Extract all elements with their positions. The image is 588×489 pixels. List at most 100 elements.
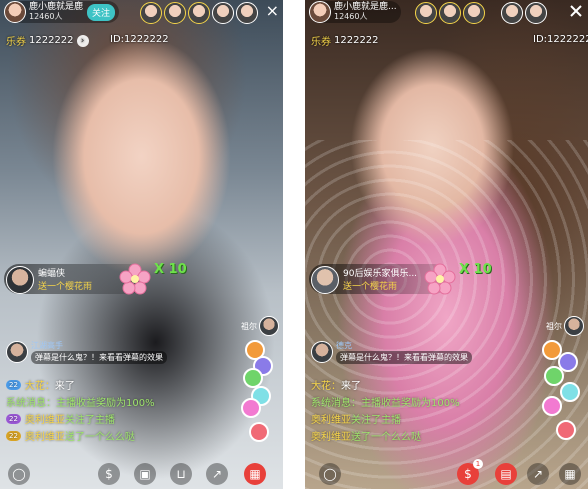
chat-text: 来了: [341, 381, 361, 392]
heart-icon: [560, 382, 580, 402]
chat-text: 送了一个么么哒: [64, 432, 135, 443]
lequan-balance[interactable]: 乐券 1222222: [311, 33, 379, 48]
chat-message: 系统消息： 主播收益奖励为100%: [311, 393, 541, 410]
heart-icon: [542, 396, 562, 416]
gift-description: 送一个樱花雨: [38, 282, 93, 292]
gift-icon[interactable]: ▦: [244, 463, 266, 485]
chat-text: 主播收益奖励为100%: [56, 398, 155, 409]
danmaku-body: 弹幕是什么鬼？！来看看弹幕的效果: [336, 351, 472, 364]
follow-button[interactable]: 关注: [87, 3, 116, 21]
gift-count: X 10: [154, 262, 187, 277]
money-bag-icon[interactable]: $: [98, 463, 120, 485]
danmaku-avatar[interactable]: [311, 341, 333, 363]
viewer-avatar[interactable]: [212, 2, 234, 24]
bottom-toolbar: ◯ $ 1 ▤ ↗ ▦: [305, 459, 588, 485]
shop-icon[interactable]: ▣: [134, 463, 156, 485]
viewer-avatar[interactable]: [463, 2, 485, 24]
chat-text: 来了: [54, 381, 75, 392]
viewer-avatar[interactable]: [415, 2, 437, 24]
close-icon[interactable]: ×: [266, 2, 279, 20]
chat-text: 送了一个么么哒: [351, 432, 421, 443]
viewer-avatars: [415, 2, 547, 24]
host-avatar[interactable]: [309, 1, 331, 23]
host-fans: 12460人: [334, 12, 368, 21]
corner-user[interactable]: 祖尔: [546, 316, 584, 336]
host-name: 鹿小鹿就是鹿...: [334, 2, 397, 12]
corner-user-avatar[interactable]: [259, 316, 279, 336]
chat-message: 奥利维亚 关注了主播: [311, 410, 541, 427]
chat-text: 关注了主播: [64, 415, 115, 426]
chat-user[interactable]: 奥利维亚: [311, 428, 351, 443]
close-icon[interactable]: [568, 3, 584, 19]
viewer-avatar[interactable]: [525, 2, 547, 24]
viewer-avatar[interactable]: [236, 2, 258, 24]
chat-text: 主播收益奖励为100%: [361, 398, 460, 409]
lequan-value: 1222222: [29, 35, 74, 46]
chat-user[interactable]: 奥利维亚: [25, 428, 65, 443]
chat-icon[interactable]: ◯: [8, 463, 30, 485]
chat-list: 22 大花： 来了 系统消息： 主播收益奖励为100% 22 奥利维亚 关注了主…: [6, 376, 236, 444]
host-fans: 12460人: [29, 12, 63, 21]
host-info[interactable]: 鹿小鹿就是鹿 12460人 关注: [4, 1, 120, 23]
gift-sender-avatar[interactable]: [311, 266, 339, 294]
chat-user[interactable]: 奥利维亚: [311, 411, 351, 426]
cart-icon[interactable]: ⊔: [170, 463, 192, 485]
chat-list: 大花： 来了 系统消息： 主播收益奖励为100% 奥利维亚 关注了主播 奥利维亚…: [311, 376, 541, 444]
lequan-balance[interactable]: 乐券 1222222 ›: [6, 33, 89, 48]
sakura-icon: [424, 263, 456, 295]
lequan-label: 乐券: [311, 37, 331, 48]
chat-user: 系统消息：: [6, 398, 56, 409]
gift-description: 送一个樱花雨: [343, 282, 398, 292]
viewer-avatar[interactable]: [140, 2, 162, 24]
chat-message: 奥利维亚 送了一个么么哒: [311, 427, 541, 444]
bottom-toolbar: ◯ $ ▣ ⊔ ↗ ▦: [0, 459, 283, 485]
top-bar: 鹿小鹿就是鹿... 12460人: [305, 0, 588, 24]
gift-icon[interactable]: ▦: [559, 463, 581, 485]
chat-user[interactable]: 奥利维亚: [25, 411, 65, 426]
host-info[interactable]: 鹿小鹿就是鹿... 12460人: [309, 1, 401, 23]
red-packet-icon[interactable]: ▤: [495, 463, 517, 485]
share-icon[interactable]: ↗: [206, 463, 228, 485]
chat-user[interactable]: 大花：: [311, 377, 341, 392]
chevron-right-icon: ›: [76, 34, 89, 47]
money-bag-icon[interactable]: $ 1: [457, 459, 483, 485]
chat-message: 系统消息： 主播收益奖励为100%: [6, 393, 236, 410]
gift-banner: 蝙蝠侠 送一个樱花雨 X 10: [4, 262, 187, 296]
danmaku-user: 江湖高手: [31, 341, 63, 350]
chat-user: 系统消息：: [311, 398, 361, 409]
share-icon[interactable]: ↗: [527, 463, 549, 485]
live-room-right: 鹿小鹿就是鹿... 12460人 乐券 1222222 ID:1222222 9…: [305, 0, 588, 489]
corner-user-avatar[interactable]: [564, 316, 584, 336]
viewer-avatar[interactable]: [439, 2, 461, 24]
danmaku-text: 江湖高手 弹幕是什么鬼？！来看看弹幕的效果: [31, 340, 167, 364]
screens-container: 鹿小鹿就是鹿 12460人 关注 × 乐券 1222222 › ID:12222…: [0, 0, 588, 489]
chat-icon[interactable]: ◯: [319, 463, 341, 485]
heart-icon: [243, 368, 263, 388]
viewer-avatar[interactable]: [164, 2, 186, 24]
host-text: 鹿小鹿就是鹿... 12460人: [334, 2, 397, 22]
heart-icon: [556, 420, 576, 440]
lequan-value: 1222222: [334, 35, 379, 46]
danmaku-avatar[interactable]: [6, 341, 28, 363]
viewer-avatar[interactable]: [501, 2, 523, 24]
gift-sender-avatar[interactable]: [6, 266, 34, 294]
chat-message: 22 奥利维亚 关注了主播: [6, 410, 236, 427]
gift-sender-name: 蝙蝠侠: [38, 269, 66, 279]
chat-message: 大花： 来了: [311, 376, 541, 393]
host-avatar[interactable]: [4, 1, 26, 23]
viewer-avatar[interactable]: [188, 2, 210, 24]
floating-hearts: [538, 340, 580, 450]
danmaku-message: 江湖高手 弹幕是什么鬼？！来看看弹幕的效果: [6, 340, 167, 364]
viewer-avatars: [140, 2, 258, 24]
level-badge: 22: [6, 430, 21, 441]
corner-user-name: 祖尔: [241, 321, 257, 331]
room-id: ID:1222222: [533, 34, 588, 45]
heart-icon: [249, 422, 269, 442]
danmaku-body: 弹幕是什么鬼？！来看看弹幕的效果: [31, 351, 167, 364]
chat-message: 22 大花： 来了: [6, 376, 236, 393]
corner-user[interactable]: 祖尔: [241, 316, 279, 336]
chat-user[interactable]: 大花：: [25, 377, 55, 392]
chat-message: 22 奥利维亚 送了一个么么哒: [6, 427, 236, 444]
heart-icon: [544, 366, 564, 386]
floating-hearts: [233, 340, 273, 450]
